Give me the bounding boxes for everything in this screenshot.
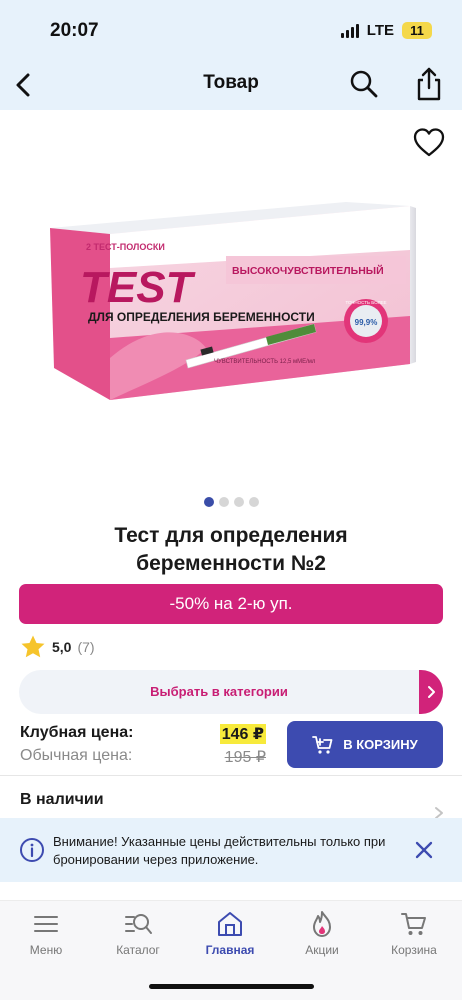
carousel-dot[interactable] bbox=[233, 497, 244, 507]
home-icon bbox=[218, 912, 242, 936]
carousel-dot[interactable] bbox=[203, 497, 214, 507]
regular-price-label: Обычная цена: bbox=[20, 747, 133, 764]
tab-label: Каталог bbox=[116, 943, 160, 957]
signal-icon bbox=[340, 23, 359, 38]
accuracy-value: 99,9% bbox=[355, 318, 378, 327]
network-label: LTE bbox=[366, 22, 394, 39]
product-image: 2 ТЕСТ-ПОЛОСКИ TEST ДЛЯ ОПРЕДЕЛЕНИЯ БЕРЕ… bbox=[50, 202, 416, 400]
page-title: Товар bbox=[203, 72, 259, 93]
cart-icon bbox=[401, 913, 426, 935]
strips-text: 2 ТЕСТ-ПОЛОСКИ bbox=[86, 242, 165, 252]
close-icon[interactable] bbox=[414, 840, 434, 860]
battery-icon: 11 bbox=[402, 22, 432, 39]
share-icon[interactable] bbox=[412, 66, 446, 102]
sensitivity-text: ЧУВСТВИТЕЛЬНОСТЬ 12,5 мМЕ/мл bbox=[214, 359, 316, 365]
category-arrow[interactable] bbox=[419, 670, 443, 714]
add-to-cart-button[interactable]: В КОРЗИНУ bbox=[287, 721, 443, 768]
divider bbox=[0, 775, 462, 776]
tab-promotions[interactable]: Акции bbox=[276, 909, 368, 957]
tab-cart[interactable]: Корзина bbox=[368, 909, 460, 957]
badge-text: ВЫСОКОЧУВСТВИТЕЛЬНЫЙ bbox=[232, 264, 384, 277]
purpose-text: ДЛЯ ОПРЕДЕЛЕНИЯ БЕРЕМЕННОСТИ bbox=[88, 310, 315, 324]
status-time: 20:07 bbox=[50, 20, 99, 41]
rating-count[interactable]: (7) bbox=[77, 639, 94, 655]
tab-home[interactable]: Главная bbox=[184, 909, 276, 957]
club-price: 146 ₽ bbox=[219, 724, 266, 744]
tab-catalog[interactable]: Каталог bbox=[92, 909, 184, 957]
promo-banner[interactable]: -50% на 2-ю уп. bbox=[19, 584, 443, 624]
chevron-right-icon bbox=[428, 686, 435, 698]
status-bar: 20:07 LTE 11 bbox=[0, 0, 462, 60]
tab-label: Главная bbox=[205, 943, 255, 957]
brand-text: TEST bbox=[80, 263, 196, 312]
tab-label: Меню bbox=[29, 943, 63, 957]
notice-banner: Внимание! Указанные цены действительны т… bbox=[0, 818, 462, 882]
star-icon bbox=[21, 635, 45, 658]
carousel-dot[interactable] bbox=[248, 497, 259, 507]
product-title: Тест для определения беременности №2 bbox=[114, 524, 348, 575]
carousel-dots[interactable] bbox=[0, 497, 462, 507]
choose-category-button[interactable]: Выбрать в категории bbox=[19, 670, 443, 714]
menu-icon bbox=[34, 916, 58, 932]
nav-bar: Товар bbox=[0, 60, 462, 110]
notice-text: Внимание! Указанные цены действительны т… bbox=[53, 834, 386, 867]
tab-label: Корзина bbox=[391, 943, 437, 957]
catalog-search-icon bbox=[125, 914, 152, 934]
availability-label[interactable]: В наличии bbox=[20, 791, 104, 809]
choose-category-label: Выбрать в категории bbox=[150, 684, 288, 699]
heart-outline-icon[interactable] bbox=[412, 126, 446, 158]
rating-row[interactable]: 5,0 (7) bbox=[20, 634, 95, 660]
cart-plus-icon bbox=[312, 735, 333, 754]
regular-price: 195 ₽ bbox=[224, 749, 266, 766]
home-indicator bbox=[149, 984, 314, 989]
rating-value: 5,0 bbox=[52, 639, 72, 655]
club-price-label: Клубная цена: bbox=[20, 724, 134, 741]
add-to-cart-label: В КОРЗИНУ bbox=[343, 737, 418, 752]
price-block: Клубная цена: 146 ₽ Обычная цена: 195 ₽ bbox=[20, 724, 270, 774]
carousel-dot[interactable] bbox=[218, 497, 229, 507]
accuracy-caption: ТОЧНОСТЬ БОЛЕЕ bbox=[345, 300, 386, 305]
tab-menu[interactable]: Меню bbox=[0, 909, 92, 957]
search-icon[interactable] bbox=[348, 68, 380, 100]
flame-icon bbox=[313, 911, 331, 937]
tab-label: Акции bbox=[305, 943, 339, 957]
info-icon bbox=[20, 838, 44, 862]
status-indicators: LTE 11 bbox=[340, 22, 432, 39]
